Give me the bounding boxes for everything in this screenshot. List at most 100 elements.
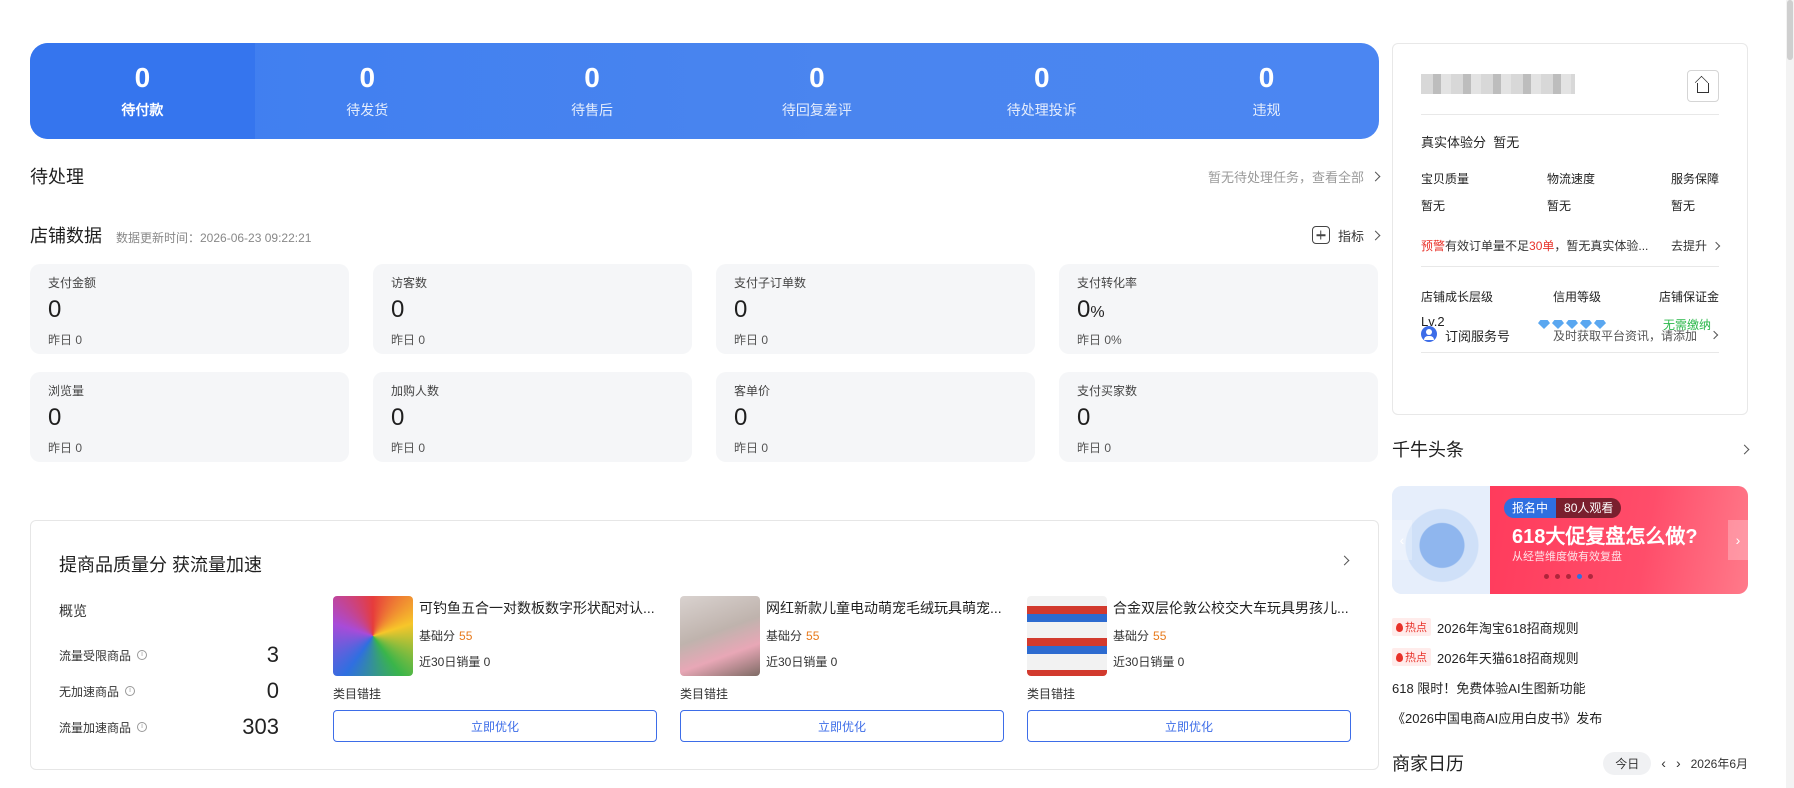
add-square-icon <box>1311 226 1330 244</box>
product-score: 基础分 55 <box>1113 629 1167 643</box>
hot-badge: 热点 <box>1392 648 1431 666</box>
carousel-dot[interactable] <box>1566 574 1571 579</box>
quality-card: 提商品质量分 获流量加速 概览 流量受限商品 i 3 无加速商品 i 0 流量加速商… <box>30 520 1379 770</box>
status-value: 0 <box>134 62 151 93</box>
chevron-right-icon[interactable] <box>1739 444 1750 454</box>
indicator-label: 指标 <box>1337 228 1364 244</box>
carousel-dot[interactable] <box>1544 574 1549 579</box>
product-item: 可钓鱼五合一对数板数字形状配对认... 基础分 55 近30日销量 0 类目错挂 … <box>333 596 657 742</box>
status-after-sale[interactable]: 0 待售后 <box>480 43 705 139</box>
news-item[interactable]: 热点 2026年淘宝618招商规则 <box>1392 612 1748 642</box>
news-item[interactable]: 热点 2026年天猫618招商规则 <box>1392 642 1748 672</box>
scrollbar-thumb[interactable] <box>1787 0 1793 60</box>
metric-card[interactable]: 支付金额 0 昨日 0 <box>30 264 349 354</box>
metric-yesterday: 昨日 0 <box>48 333 83 347</box>
product-name[interactable]: 合金双层伦敦公校交大车玩具男孩儿... <box>1113 598 1351 618</box>
metric-yesterday: 昨日 0 <box>48 441 83 455</box>
news-text: 《2026中国电商AI应用白皮书》发布 <box>1392 710 1603 726</box>
metric-card[interactable]: 支付转化率 0% 昨日 0% <box>1059 264 1378 354</box>
sub-score-value: 暂无 <box>1421 199 1446 213</box>
product-thumbnail[interactable] <box>1027 596 1107 676</box>
promo-tag: 报名中 80人观看 <box>1504 498 1622 518</box>
metric-card[interactable]: 支付买家数 0 昨日 0 <box>1059 372 1378 462</box>
chevron-right-icon <box>1370 230 1381 240</box>
news-item[interactable]: 618 限时！免费体验AI生图新功能 <box>1392 672 1748 702</box>
metric-value: 0% <box>1077 296 1105 323</box>
page-scrollbar[interactable] <box>1786 0 1794 788</box>
chevron-right-icon[interactable]: › <box>1676 755 1681 771</box>
today-button[interactable]: 今日 <box>1603 751 1652 775</box>
product-thumbnail[interactable] <box>333 596 413 676</box>
calendar-title: 商家日历 <box>1392 754 1464 774</box>
overview-row[interactable]: 流量加速商品 i 303 <box>59 709 279 745</box>
deposit-label: 店铺保证金 <box>1659 290 1720 304</box>
status-violation[interactable]: 0 违规 <box>1154 43 1379 139</box>
product-score: 基础分 55 <box>419 629 473 643</box>
status-complaint[interactable]: 0 待处理投诉 <box>929 43 1154 139</box>
sub-score-label: 服务保障 <box>1671 172 1720 186</box>
promo-title: 618大促复盘怎么做? <box>1512 526 1698 548</box>
overview-row[interactable]: 无加速商品 i 0 <box>59 673 279 709</box>
todo-view-all-link[interactable]: 暂无待处理任务，查看全部 <box>1207 167 1381 186</box>
status-bad-review[interactable]: 0 待回复差评 <box>704 43 929 139</box>
chevron-left-icon[interactable]: ‹ <box>1661 755 1666 771</box>
status-label: 待回复差评 <box>781 102 852 118</box>
news-list: 热点 2026年淘宝618招商规则 热点 2026年天猫618招商规则 618 … <box>1392 612 1748 732</box>
info-icon[interactable]: i <box>137 650 148 660</box>
status-label: 违规 <box>1252 102 1281 118</box>
product-item: 合金双层伦敦公校交大车玩具男孩儿... 基础分 55 近30日销量 0 类目错挂 … <box>1027 596 1351 742</box>
subscribe-label[interactable]: 订阅服务号 <box>1445 326 1510 345</box>
optimize-button[interactable]: 立即优化 <box>1027 710 1351 742</box>
status-value: 0 <box>359 62 376 93</box>
chevron-right-icon[interactable] <box>1339 555 1350 566</box>
shop-info-panel: 真实体验分 暂无 宝贝质量 暂无 物流速度 暂无 服务保障 暂无 预警有效订单量… <box>1392 43 1748 415</box>
subscribe-hint[interactable]: 及时获取平台资讯，请添加 <box>1553 327 1697 344</box>
metric-label: 支付子订单数 <box>734 276 807 290</box>
metric-card[interactable]: 支付子订单数 0 昨日 0 <box>716 264 1035 354</box>
metric-card[interactable]: 加购人数 0 昨日 0 <box>373 372 692 462</box>
shop-home-button[interactable] <box>1687 70 1719 102</box>
status-pending-payment[interactable]: 0 待付款 <box>30 43 255 139</box>
todo-hint-text: 暂无待处理任务，查看全部 <box>1207 169 1364 185</box>
carousel-dot[interactable] <box>1577 574 1582 579</box>
info-icon[interactable]: i <box>137 722 148 732</box>
metric-card[interactable]: 客单价 0 昨日 0 <box>716 372 1035 462</box>
metric-label: 客单价 <box>734 384 771 398</box>
metric-yesterday: 昨日 0% <box>1077 333 1122 347</box>
status-pending-shipment[interactable]: 0 待发货 <box>255 43 480 139</box>
quality-overview: 概览 流量受限商品 i 3 无加速商品 i 0 流量加速商品 i 303 <box>59 601 279 745</box>
metric-yesterday: 昨日 0 <box>734 441 769 455</box>
optimize-button[interactable]: 立即优化 <box>333 710 657 742</box>
shop-name-redacted <box>1421 74 1575 94</box>
metric-value: 0 <box>48 404 62 431</box>
metric-value: 0 <box>734 404 748 431</box>
hot-badge: 热点 <box>1392 618 1431 636</box>
overview-row[interactable]: 流量受限商品 i 3 <box>59 637 279 673</box>
news-item[interactable]: 《2026中国电商AI应用白皮书》发布 <box>1392 702 1748 732</box>
indicator-button[interactable]: 指标 <box>1311 226 1381 245</box>
sub-score-value: 暂无 <box>1547 199 1572 213</box>
sub-score-label: 物流速度 <box>1547 172 1596 186</box>
carousel-dot[interactable] <box>1588 574 1593 579</box>
carousel-next-icon[interactable]: › <box>1728 520 1748 560</box>
home-icon <box>1697 83 1709 93</box>
chevron-right-icon[interactable] <box>1709 330 1719 340</box>
promo-banner[interactable]: 报名中 80人观看 618大促复盘怎么做? 从经营维度做有效复盘 ‹ › <box>1392 486 1748 594</box>
metric-yesterday: 昨日 0 <box>734 333 769 347</box>
metric-label: 访客数 <box>391 276 428 290</box>
status-value: 0 <box>1258 62 1275 93</box>
optimize-button[interactable]: 立即优化 <box>680 710 1004 742</box>
metric-yesterday: 昨日 0 <box>391 441 426 455</box>
product-name[interactable]: 网红新款儿童电动萌宠毛绒玩具萌宠... <box>766 598 1004 618</box>
product-name[interactable]: 可钓鱼五合一对数板数字形状配对认... <box>419 598 657 618</box>
metric-card[interactable]: 访客数 0 昨日 0 <box>373 264 692 354</box>
improve-link[interactable]: 去提升 <box>1670 237 1721 254</box>
product-list: 可钓鱼五合一对数板数字形状配对认... 基础分 55 近30日销量 0 类目错挂 … <box>333 596 1351 742</box>
metric-value: 0 <box>48 296 62 323</box>
improve-label: 去提升 <box>1670 239 1707 253</box>
info-icon[interactable]: i <box>125 686 136 696</box>
carousel-dot[interactable] <box>1555 574 1560 579</box>
carousel-prev-icon[interactable]: ‹ <box>1392 520 1412 560</box>
product-thumbnail[interactable] <box>680 596 760 676</box>
metric-card[interactable]: 浏览量 0 昨日 0 <box>30 372 349 462</box>
